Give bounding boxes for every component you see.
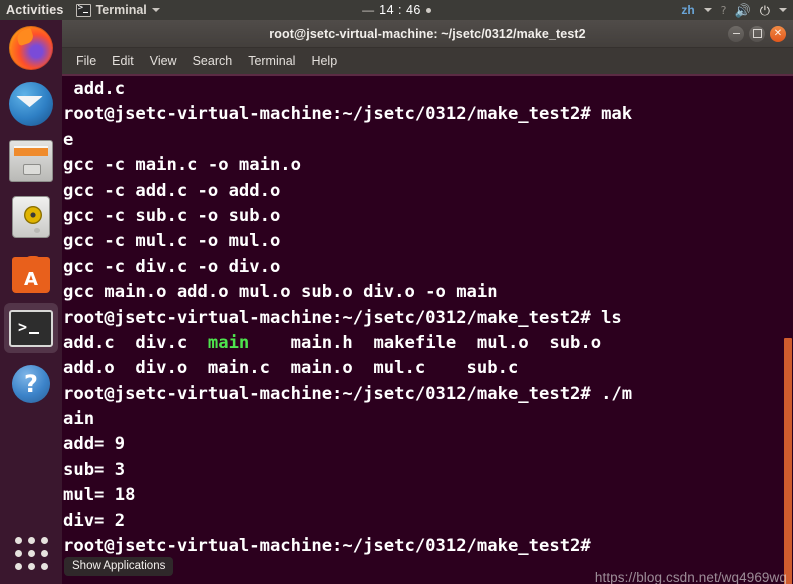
dock-item-terminal[interactable] bbox=[0, 300, 62, 356]
terminal-line: gcc main.o add.o mul.o sub.o div.o -o ma… bbox=[63, 282, 498, 303]
terminal-line: gcc -c sub.c -o sub.o bbox=[63, 205, 281, 226]
terminal-line: root@jsetc-virtual-machine:~/jsetc/0312/… bbox=[63, 104, 633, 125]
thunderbird-icon bbox=[9, 82, 53, 126]
topbar-app-name: Terminal bbox=[95, 3, 147, 17]
dock-item-firefox[interactable] bbox=[0, 20, 62, 76]
dock-item-ubuntu-software[interactable] bbox=[0, 244, 62, 300]
menu-item-view[interactable]: View bbox=[142, 52, 185, 70]
dock-item-files[interactable] bbox=[0, 132, 62, 188]
menu-item-file[interactable]: File bbox=[68, 52, 104, 70]
terminal-line: add.o div.o main.c main.o mul.c sub.c bbox=[63, 358, 519, 379]
minimize-button[interactable] bbox=[728, 25, 744, 42]
menu-item-search[interactable]: Search bbox=[185, 52, 241, 70]
files-icon bbox=[9, 140, 53, 182]
terminal-line: e bbox=[63, 129, 74, 150]
ibus-icon[interactable]: ? bbox=[721, 4, 727, 17]
terminal-line: root@jsetc-virtual-machine:~/jsetc/0312/… bbox=[63, 536, 602, 557]
terminal-line: root@jsetc-virtual-machine:~/jsetc/0312/… bbox=[63, 307, 622, 328]
watermark-text: https://blog.csdn.net/wq4969wq bbox=[594, 570, 787, 584]
language-indicator[interactable]: zh bbox=[681, 3, 694, 17]
terminal-line: gcc -c add.c -o add.o bbox=[63, 180, 281, 201]
activities-button[interactable]: Activities bbox=[0, 3, 72, 17]
window-controls: ✕ bbox=[728, 20, 786, 47]
desktop-screen: Activities Terminal — 14 : 46 zh ? 🔊 ⏻ bbox=[0, 0, 793, 584]
terminal-line: add.c div.c main main.h makefile mul.o s… bbox=[63, 331, 632, 356]
close-button[interactable]: ✕ bbox=[770, 25, 786, 42]
terminal-line: gcc -c main.c -o main.o bbox=[63, 155, 301, 176]
gnome-top-bar: Activities Terminal — 14 : 46 zh ? 🔊 ⏻ bbox=[0, 0, 793, 20]
firefox-icon bbox=[9, 26, 53, 70]
terminal-text: main.h makefile mul.o sub.o bbox=[249, 332, 602, 353]
terminal-executable-name: main bbox=[207, 332, 250, 353]
rhythmbox-icon bbox=[12, 196, 50, 238]
terminal-line: gcc -c mul.c -o mul.o bbox=[63, 231, 281, 252]
ubuntu-software-icon bbox=[12, 255, 50, 293]
terminal-scrollbar[interactable] bbox=[782, 76, 793, 584]
terminal-output: add.c root@jsetc-virtual-machine:~/jsetc/… bbox=[62, 77, 632, 559]
system-tray: zh ? 🔊 ⏻ bbox=[681, 0, 787, 20]
terminal-line: sub= 3 bbox=[63, 459, 126, 480]
chevron-down-icon bbox=[151, 8, 160, 12]
show-applications-button[interactable] bbox=[0, 522, 62, 584]
show-applications-tooltip: Show Applications bbox=[64, 557, 174, 576]
volume-icon[interactable]: 🔊 bbox=[735, 4, 751, 17]
menu-bar: File Edit View Search Terminal Help bbox=[62, 48, 793, 76]
terminal-icon bbox=[9, 309, 53, 347]
scrollbar-thumb[interactable] bbox=[784, 338, 792, 584]
terminal-line: mul= 18 bbox=[63, 485, 136, 506]
maximize-button[interactable] bbox=[749, 25, 765, 42]
help-icon bbox=[12, 365, 50, 403]
terminal-text: add.c div.c bbox=[63, 332, 208, 353]
terminal-line: div= 2 bbox=[63, 510, 126, 531]
dock-item-thunderbird[interactable] bbox=[0, 76, 62, 132]
window-titlebar[interactable]: root@jsetc-virtual-machine: ~/jsetc/0312… bbox=[62, 20, 793, 48]
terminal-line: add= 9 bbox=[63, 434, 126, 455]
terminal-window: root@jsetc-virtual-machine: ~/jsetc/0312… bbox=[62, 20, 793, 584]
chevron-down-icon[interactable] bbox=[703, 8, 712, 12]
terminal-icon bbox=[75, 2, 91, 17]
power-icon[interactable]: ⏻ bbox=[760, 4, 770, 17]
dock-item-help[interactable] bbox=[0, 356, 62, 412]
terminal-line: root@jsetc-virtual-machine:~/jsetc/0312/… bbox=[63, 383, 633, 404]
menu-item-terminal[interactable]: Terminal bbox=[240, 52, 303, 70]
terminal-line: add.c bbox=[63, 79, 126, 99]
chevron-down-icon[interactable] bbox=[779, 8, 787, 12]
dock-item-rhythmbox[interactable] bbox=[0, 188, 62, 244]
window-title: root@jsetc-virtual-machine: ~/jsetc/0312… bbox=[269, 26, 586, 41]
clock-dash: — bbox=[362, 3, 375, 17]
ubuntu-dock bbox=[0, 20, 62, 584]
menu-item-edit[interactable]: Edit bbox=[104, 52, 142, 70]
terminal-line: gcc -c div.c -o div.o bbox=[63, 256, 281, 277]
terminal-body[interactable]: add.c root@jsetc-virtual-machine:~/jsetc/… bbox=[62, 76, 793, 584]
topbar-app-menu[interactable]: Terminal bbox=[72, 2, 164, 17]
recording-dot-icon bbox=[425, 7, 431, 13]
terminal-line: ain bbox=[63, 409, 95, 430]
grid-icon bbox=[14, 536, 48, 570]
clock-label: 14 : 46 bbox=[379, 3, 421, 17]
menu-item-help[interactable]: Help bbox=[303, 52, 345, 70]
